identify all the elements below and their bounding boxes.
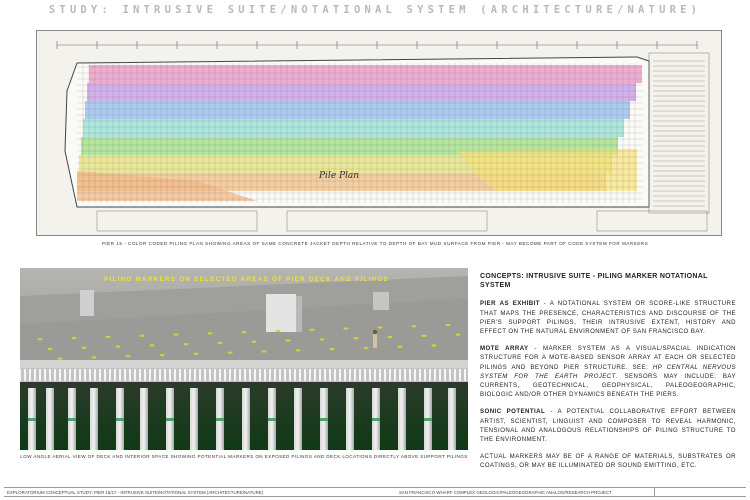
mote-paragraph: MOTE ARRAY - MARKER SYSTEM AS A VISUAL/S… [480,344,736,399]
exhibit-term: PIER AS EXHIBIT [480,300,540,308]
sonic-paragraph: SONIC POTENTIAL - A POTENTIAL COLLABORAT… [480,407,736,444]
concepts-panel: CONCEPTS: INTRUSIVE SUITE - PILING MARKE… [480,272,736,479]
footer-box [654,488,746,496]
photo-callout: PILING MARKERS ON SELECTED AREAS OF PIER… [104,276,389,283]
footer-left: EXPLORATORIUM CONCEPTUAL STUDY: PIER 15/… [7,490,264,495]
page-title: STUDY: INTRUSIVE SUITE/NOTATIONAL SYSTEM… [48,4,702,16]
piling-plan-graphic [56,41,710,232]
concepts-heading: CONCEPTS: INTRUSIVE SUITE - PILING MARKE… [480,273,708,290]
plan-label: Pile Plan [319,171,360,181]
plan-caption: PIER 15 - COLOR CODED PILING PLAN SHOWIN… [101,241,649,246]
photo-caption: LOW ANGLE AERIAL VIEW OF DECK AND INTERI… [20,454,468,459]
markers-paragraph: ACTUAL MARKERS MAY BE OF A RANGE OF MATE… [480,453,736,470]
exhibit-paragraph: PIER AS EXHIBIT - A NOTATIONAL SYSTEM OR… [480,299,736,336]
sonic-term: SONIC POTENTIAL [480,408,546,416]
pier-aerial-photo [20,268,468,450]
footer-bar: EXPLORATORIUM CONCEPTUAL STUDY: PIER 15/… [4,487,746,497]
pier-photo-graphic [20,268,468,450]
piling-plan-drawing: Pile Plan [36,30,722,236]
footer-right: SAN FRANCISCO WHARF COMPLEX GEOLOGIC/PAL… [399,490,612,495]
mote-term: MOTE ARRAY [480,345,529,353]
